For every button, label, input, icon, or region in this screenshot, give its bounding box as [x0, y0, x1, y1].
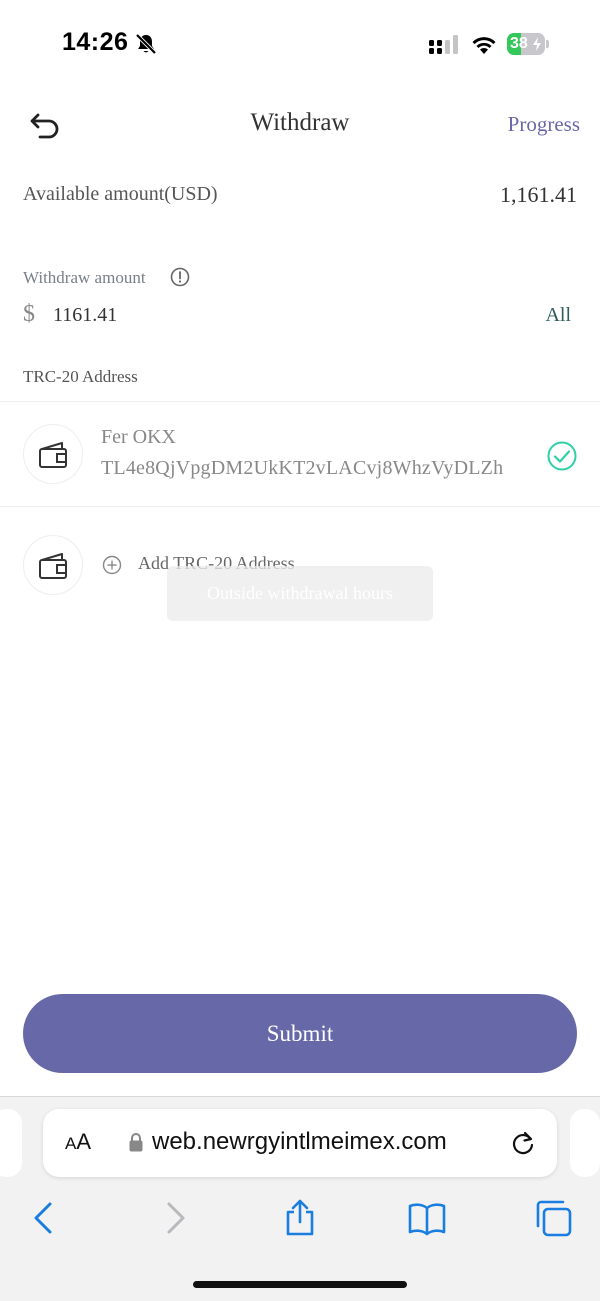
- wallet-icon-circle: [23, 424, 83, 484]
- previous-tab-preview[interactable]: [0, 1109, 22, 1177]
- wallet-icon: [39, 553, 67, 579]
- signal-icon: [429, 35, 458, 54]
- info-circle-icon[interactable]: [170, 267, 190, 287]
- address-name: Fer OKX: [101, 426, 176, 448]
- available-amount-value: 1,161.41: [500, 182, 577, 207]
- reader-text-size-button[interactable]: AA: [65, 1129, 91, 1155]
- address-value: TL4e8QjVpgDM2UkKT2vLACvj8WhzVyDLZh: [101, 457, 504, 479]
- home-indicator: [193, 1281, 407, 1288]
- plus-circle-icon: [102, 555, 122, 575]
- bolt-icon: [533, 37, 541, 51]
- share-icon[interactable]: [280, 1198, 320, 1238]
- url-text: web.newrgyintlmeimex.com: [152, 1128, 447, 1155]
- submit-button[interactable]: Submit: [23, 994, 577, 1073]
- divider: [0, 506, 600, 507]
- tabs-icon[interactable]: [534, 1198, 574, 1238]
- available-amount-label: Available amount(USD): [23, 183, 218, 205]
- trc20-address-label: TRC-20 Address: [23, 367, 138, 386]
- lock-icon: [129, 1133, 143, 1152]
- withdraw-amount-input[interactable]: [53, 300, 453, 330]
- toast-message: Outside withdrawal hours: [167, 566, 433, 621]
- available-amount-row: Available amount(USD) 1,161.41: [23, 180, 577, 212]
- back-chevron-icon[interactable]: [24, 1198, 64, 1238]
- all-button[interactable]: All: [545, 304, 571, 327]
- currency-symbol: $: [23, 301, 35, 327]
- wallet-icon-circle: [23, 535, 83, 595]
- address-bar[interactable]: AA web.newrgyintlmeimex.com: [43, 1109, 557, 1177]
- wallet-icon: [39, 442, 67, 468]
- nav-header: Withdraw Progress: [0, 95, 600, 155]
- progress-link[interactable]: Progress: [508, 112, 580, 137]
- check-circle-icon: [547, 441, 577, 471]
- wifi-icon: [472, 37, 496, 54]
- forward-chevron-icon[interactable]: [155, 1198, 195, 1238]
- next-tab-preview[interactable]: [570, 1109, 600, 1177]
- status-time: 14:26: [62, 28, 129, 56]
- amount-input-row: $ All: [23, 300, 577, 332]
- bell-slash-icon: [135, 33, 157, 55]
- bookmarks-icon[interactable]: [407, 1198, 447, 1238]
- battery-charging-icon: 38: [507, 33, 549, 55]
- status-bar: 14:26 38: [0, 0, 600, 90]
- withdraw-amount-label: Withdraw amount: [23, 268, 146, 287]
- address-item[interactable]: Fer OKX TL4e8QjVpgDM2UkKT2vLACvj8WhzVyDL…: [0, 402, 600, 506]
- reload-icon[interactable]: [510, 1130, 536, 1156]
